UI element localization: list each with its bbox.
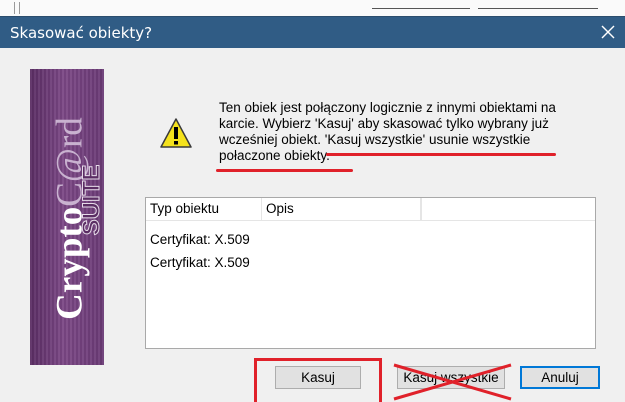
warning-triangle-icon [160, 118, 192, 148]
message-line: połaczone obiekty. [219, 148, 330, 163]
delete-objects-dialog: Skasować obiekty? CryptoC@rd SUITE Ten o… [0, 16, 625, 402]
title-bar: Skasować obiekty? [0, 17, 625, 48]
annotation-underline [326, 153, 556, 156]
annotation-underline [216, 169, 353, 172]
cryptocard-suite-banner: CryptoC@rd SUITE [30, 69, 104, 365]
column-header-type[interactable]: Typ obiektu [146, 198, 262, 220]
message-line: Ten obiek jest połączony logicznie z inn… [219, 100, 556, 115]
background-column-line [372, 8, 470, 9]
objects-list[interactable]: Typ obiektu Opis Certyfikat: X.509 Certy… [145, 197, 596, 349]
cancel-button[interactable]: Anuluj [520, 366, 600, 389]
list-item[interactable]: Certyfikat: X.509 [150, 230, 250, 250]
background-scroll-tick [14, 2, 20, 14]
background-column-line [478, 8, 598, 9]
background-window [0, 0, 625, 16]
column-header-description[interactable]: Opis [262, 198, 421, 220]
dialog-title: Skasować obiekty? [10, 24, 153, 42]
annotation-cross-out [393, 363, 512, 401]
close-icon[interactable] [597, 19, 619, 45]
banner-suite-text: SUITE [78, 164, 105, 236]
list-item[interactable]: Certyfikat: X.509 [150, 253, 250, 273]
message-line: wcześniej obiekt. 'Kasuj wszystkie' usun… [219, 132, 531, 147]
delete-button[interactable]: Kasuj [275, 366, 361, 389]
column-divider [421, 198, 422, 220]
list-header: Typ obiektu Opis [146, 198, 595, 221]
message-line: karcie. Wybierz 'Kasuj' aby skasować tyl… [219, 116, 549, 131]
